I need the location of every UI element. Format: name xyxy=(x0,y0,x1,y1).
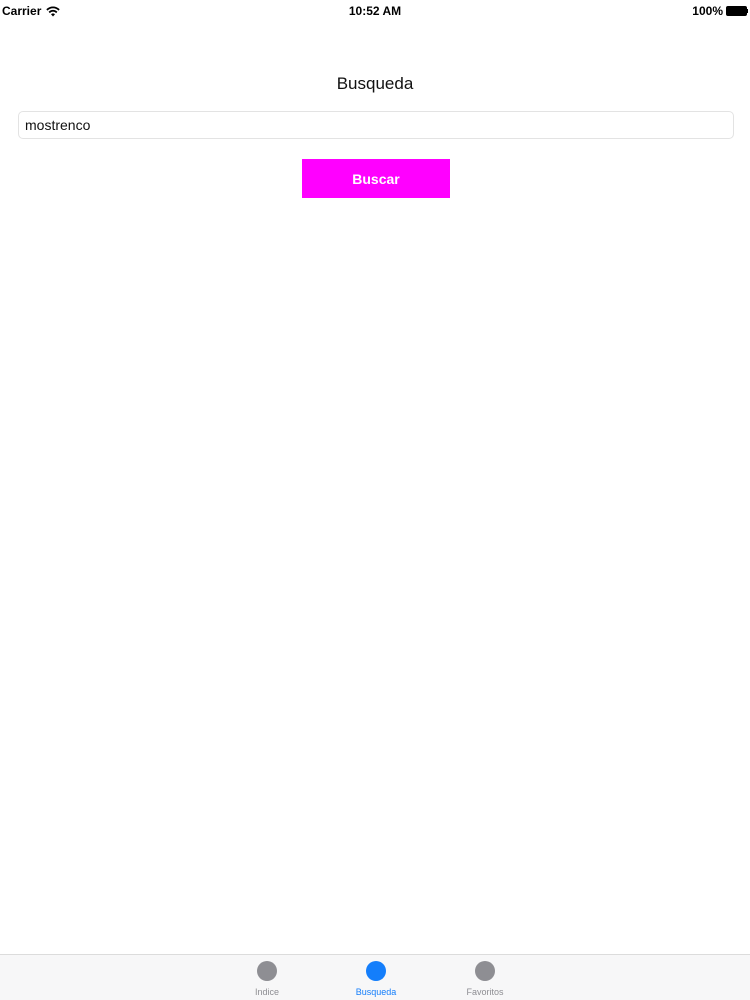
status-right: 100% xyxy=(692,4,748,18)
tab-busqueda[interactable]: Busqueda xyxy=(336,960,416,1000)
battery-icon xyxy=(726,6,748,16)
circle-icon xyxy=(257,961,277,981)
search-input[interactable] xyxy=(18,111,734,139)
tab-indice[interactable]: Indice xyxy=(227,960,307,1000)
tab-label: Favoritos xyxy=(466,987,504,997)
circle-icon xyxy=(475,961,495,981)
tab-favoritos[interactable]: Favoritos xyxy=(445,960,525,1000)
status-time: 10:52 AM xyxy=(348,4,402,18)
battery-percent: 100% xyxy=(692,4,723,18)
page-title: Busqueda xyxy=(336,74,414,93)
circle-icon xyxy=(366,961,386,981)
tab-label: Indice xyxy=(254,987,280,997)
search-button[interactable]: Buscar xyxy=(302,159,450,198)
tab-bar: Indice Busqueda Favoritos xyxy=(0,954,750,1000)
app-screen: Carrier 10:52 AM 100% Busqueda Buscar In… xyxy=(0,0,750,1000)
status-bar: Carrier 10:52 AM 100% xyxy=(0,0,750,20)
tab-label: Busqueda xyxy=(355,987,397,997)
